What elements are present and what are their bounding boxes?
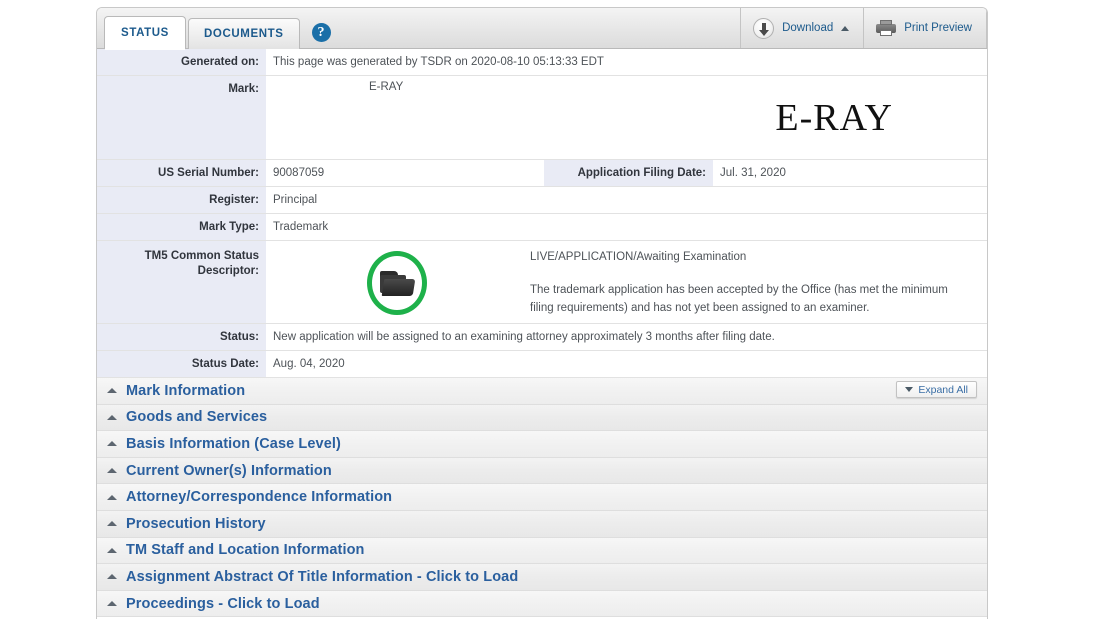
row-serial-number: US Serial Number: 90087059 Application F… <box>97 160 987 187</box>
section-title: Current Owner(s) Information <box>126 462 332 479</box>
tab-documents-label: DOCUMENTS <box>204 28 284 40</box>
row-status: Status: New application will be assigned… <box>97 324 987 351</box>
application-filing-date-value: Jul. 31, 2020 <box>720 167 786 179</box>
section-tm-staff-and-location-information[interactable]: TM Staff and Location Information <box>97 537 987 565</box>
section-prosecution-history[interactable]: Prosecution History <box>97 510 987 538</box>
register-label: Register: <box>97 187 266 213</box>
expand-all-label: Expand All <box>918 383 968 396</box>
mark-type-value: Trademark <box>273 221 329 233</box>
tm5-icon-wrap <box>266 241 528 321</box>
printer-icon <box>876 20 897 36</box>
section-basis-information[interactable]: Basis Information (Case Level) <box>97 431 987 458</box>
mark-type-label: Mark Type: <box>97 214 266 240</box>
tm5-description: The trademark application has been accep… <box>530 284 948 314</box>
tab-documents[interactable]: DOCUMENTS <box>188 18 300 49</box>
section-title: Prosecution History <box>126 515 266 532</box>
tsdr-status-page: STATUS DOCUMENTS ? Download Print Previe… <box>0 0 1100 619</box>
green-open-folder-icon <box>367 251 427 315</box>
collapse-arrow-icon <box>107 414 117 420</box>
status-date-label: Status Date: <box>97 351 266 377</box>
row-generated-on: Generated on: This page was generated by… <box>97 49 987 76</box>
section-title: Mark Information <box>126 382 246 399</box>
chevron-up-icon <box>841 25 850 31</box>
tm5-label: TM5 Common Status Descriptor: <box>97 241 266 323</box>
collapse-arrow-icon <box>107 388 117 394</box>
tm5-value-cell: LIVE/APPLICATION/Awaiting Examination Th… <box>266 241 987 323</box>
row-register: Register: Principal <box>97 187 987 214</box>
mark-value-cell: E-RAY E-RAY <box>266 76 987 159</box>
row-status-date: Status Date: Aug. 04, 2020 <box>97 351 987 378</box>
download-button[interactable]: Download <box>740 8 863 48</box>
collapse-arrow-icon <box>107 547 117 553</box>
help-icon[interactable]: ? <box>311 23 331 42</box>
section-goods-and-services[interactable]: Goods and Services <box>97 404 987 432</box>
row-tm5-status-descriptor: TM5 Common Status Descriptor: LIVE/APPLI… <box>97 241 987 324</box>
download-icon <box>753 17 775 39</box>
mark-label: Mark: <box>97 76 266 159</box>
row-mark: Mark: E-RAY E-RAY <box>97 76 987 160</box>
register-value: Principal <box>273 194 318 206</box>
section-title: Proceedings - Click to Load <box>126 595 320 612</box>
mark-value: E-RAY <box>369 80 404 93</box>
details-table: Generated on: This page was generated by… <box>97 49 987 378</box>
us-serial-number-value: 90087059 <box>273 167 325 179</box>
tm5-text-block: LIVE/APPLICATION/Awaiting Examination Th… <box>528 241 987 323</box>
status-date-value: Aug. 04, 2020 <box>273 358 345 370</box>
mark-drawing-image: E-RAY <box>775 96 893 139</box>
toolbar: Download Print Preview <box>740 8 987 48</box>
section-current-owners-information[interactable]: Current Owner(s) Information <box>97 457 987 485</box>
tab-status-label: STATUS <box>121 27 169 39</box>
section-mark-information[interactable]: Mark Information <box>97 378 987 405</box>
section-attorney-correspondence-information[interactable]: Attorney/Correspondence Information <box>97 484 987 511</box>
print-preview-label: Print Preview <box>904 22 972 34</box>
section-title: Assignment Abstract Of Title Information… <box>126 568 519 585</box>
section-title: TM Staff and Location Information <box>126 542 365 559</box>
section-title: Goods and Services <box>126 409 268 426</box>
chevron-down-icon <box>905 387 914 392</box>
print-preview-button[interactable]: Print Preview <box>863 8 987 48</box>
collapse-arrow-icon <box>107 521 117 527</box>
section-title: Attorney/Correspondence Information <box>126 489 393 506</box>
help-icon-glyph: ? <box>317 24 325 40</box>
generated-on-label: Generated on: <box>97 49 266 75</box>
application-filing-date-label: Application Filing Date: <box>544 160 713 186</box>
tab-status[interactable]: STATUS <box>104 16 186 50</box>
collapse-arrow-icon <box>107 601 117 607</box>
collapsible-sections: Expand All Mark Information Goods and Se… <box>97 378 987 618</box>
status-label: Status: <box>97 324 266 350</box>
row-mark-type: Mark Type: Trademark <box>97 214 987 241</box>
section-proceedings[interactable]: Proceedings - Click to Load <box>97 590 987 618</box>
section-assignment-abstract-of-title-information[interactable]: Assignment Abstract Of Title Information… <box>97 564 987 591</box>
content-panel: STATUS DOCUMENTS ? Download Print Previe… <box>96 7 988 619</box>
collapse-arrow-icon <box>107 441 117 447</box>
us-serial-number-label: US Serial Number: <box>97 160 266 186</box>
tm5-status-line: LIVE/APPLICATION/Awaiting Examination <box>530 251 747 263</box>
tab-bar: STATUS DOCUMENTS ? Download Print Previe… <box>97 8 987 50</box>
generated-on-value: This page was generated by TSDR on 2020-… <box>273 56 604 68</box>
download-label: Download <box>782 22 834 34</box>
collapse-arrow-icon <box>107 468 117 474</box>
status-value: New application will be assigned to an e… <box>273 331 775 343</box>
expand-all-button[interactable]: Expand All <box>896 381 977 398</box>
collapse-arrow-icon <box>107 574 117 580</box>
collapse-arrow-icon <box>107 494 117 500</box>
section-title: Basis Information (Case Level) <box>126 435 341 452</box>
